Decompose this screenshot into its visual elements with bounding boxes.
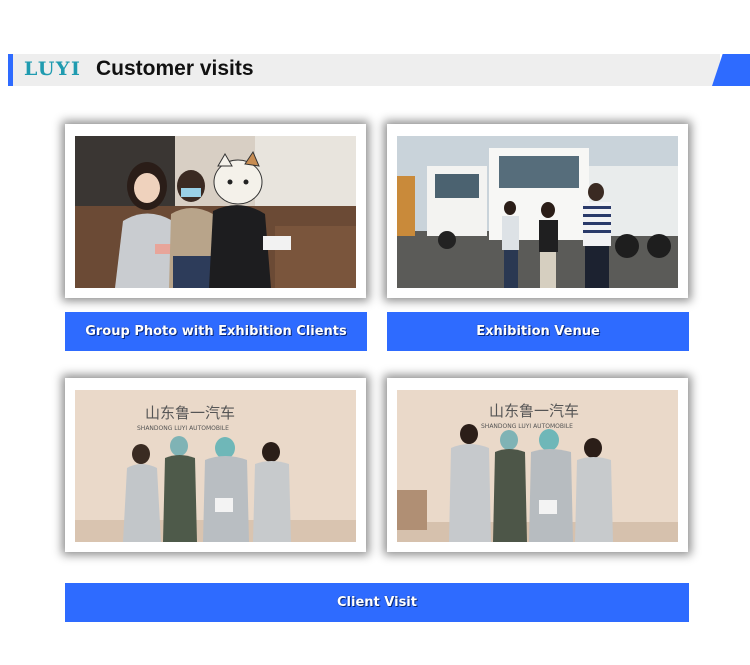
client-visit-image-2: 山东鲁一汽车 SHANDONG LUYI AUTOMOBILE bbox=[397, 390, 678, 542]
group-photo-image bbox=[75, 136, 356, 288]
group-photo-frame bbox=[65, 124, 366, 298]
wall-sign-english: SHANDONG LUYI AUTOMOBILE bbox=[137, 425, 229, 432]
exhibition-venue-photo-frame bbox=[387, 124, 688, 298]
section-title: Customer visits bbox=[96, 57, 254, 80]
exhibition-venue-image bbox=[397, 136, 678, 288]
client-visit-caption: Client Visit bbox=[65, 583, 689, 622]
luyi-logo: LUYI bbox=[24, 58, 82, 80]
exhibition-venue-caption: Exhibition Venue bbox=[387, 312, 689, 351]
client-visit-photo-frame-1: 山东鲁一汽车 SHANDONG LUYI AUTOMOBILE bbox=[65, 378, 366, 552]
wall-sign-chinese-2: 山东鲁一汽车 bbox=[489, 402, 579, 420]
section-header: LUYI Customer visits bbox=[0, 54, 750, 86]
wall-sign-english-2: SHANDONG LUYI AUTOMOBILE bbox=[481, 423, 573, 430]
group-photo-caption: Group Photo with Exhibition Clients bbox=[65, 312, 367, 351]
client-visit-image-1: 山东鲁一汽车 SHANDONG LUYI AUTOMOBILE bbox=[75, 390, 356, 542]
client-visit-photo-frame-2: 山东鲁一汽车 SHANDONG LUYI AUTOMOBILE bbox=[387, 378, 688, 552]
header-accent-bar bbox=[8, 54, 13, 86]
wall-sign-chinese: 山东鲁一汽车 bbox=[145, 404, 235, 422]
